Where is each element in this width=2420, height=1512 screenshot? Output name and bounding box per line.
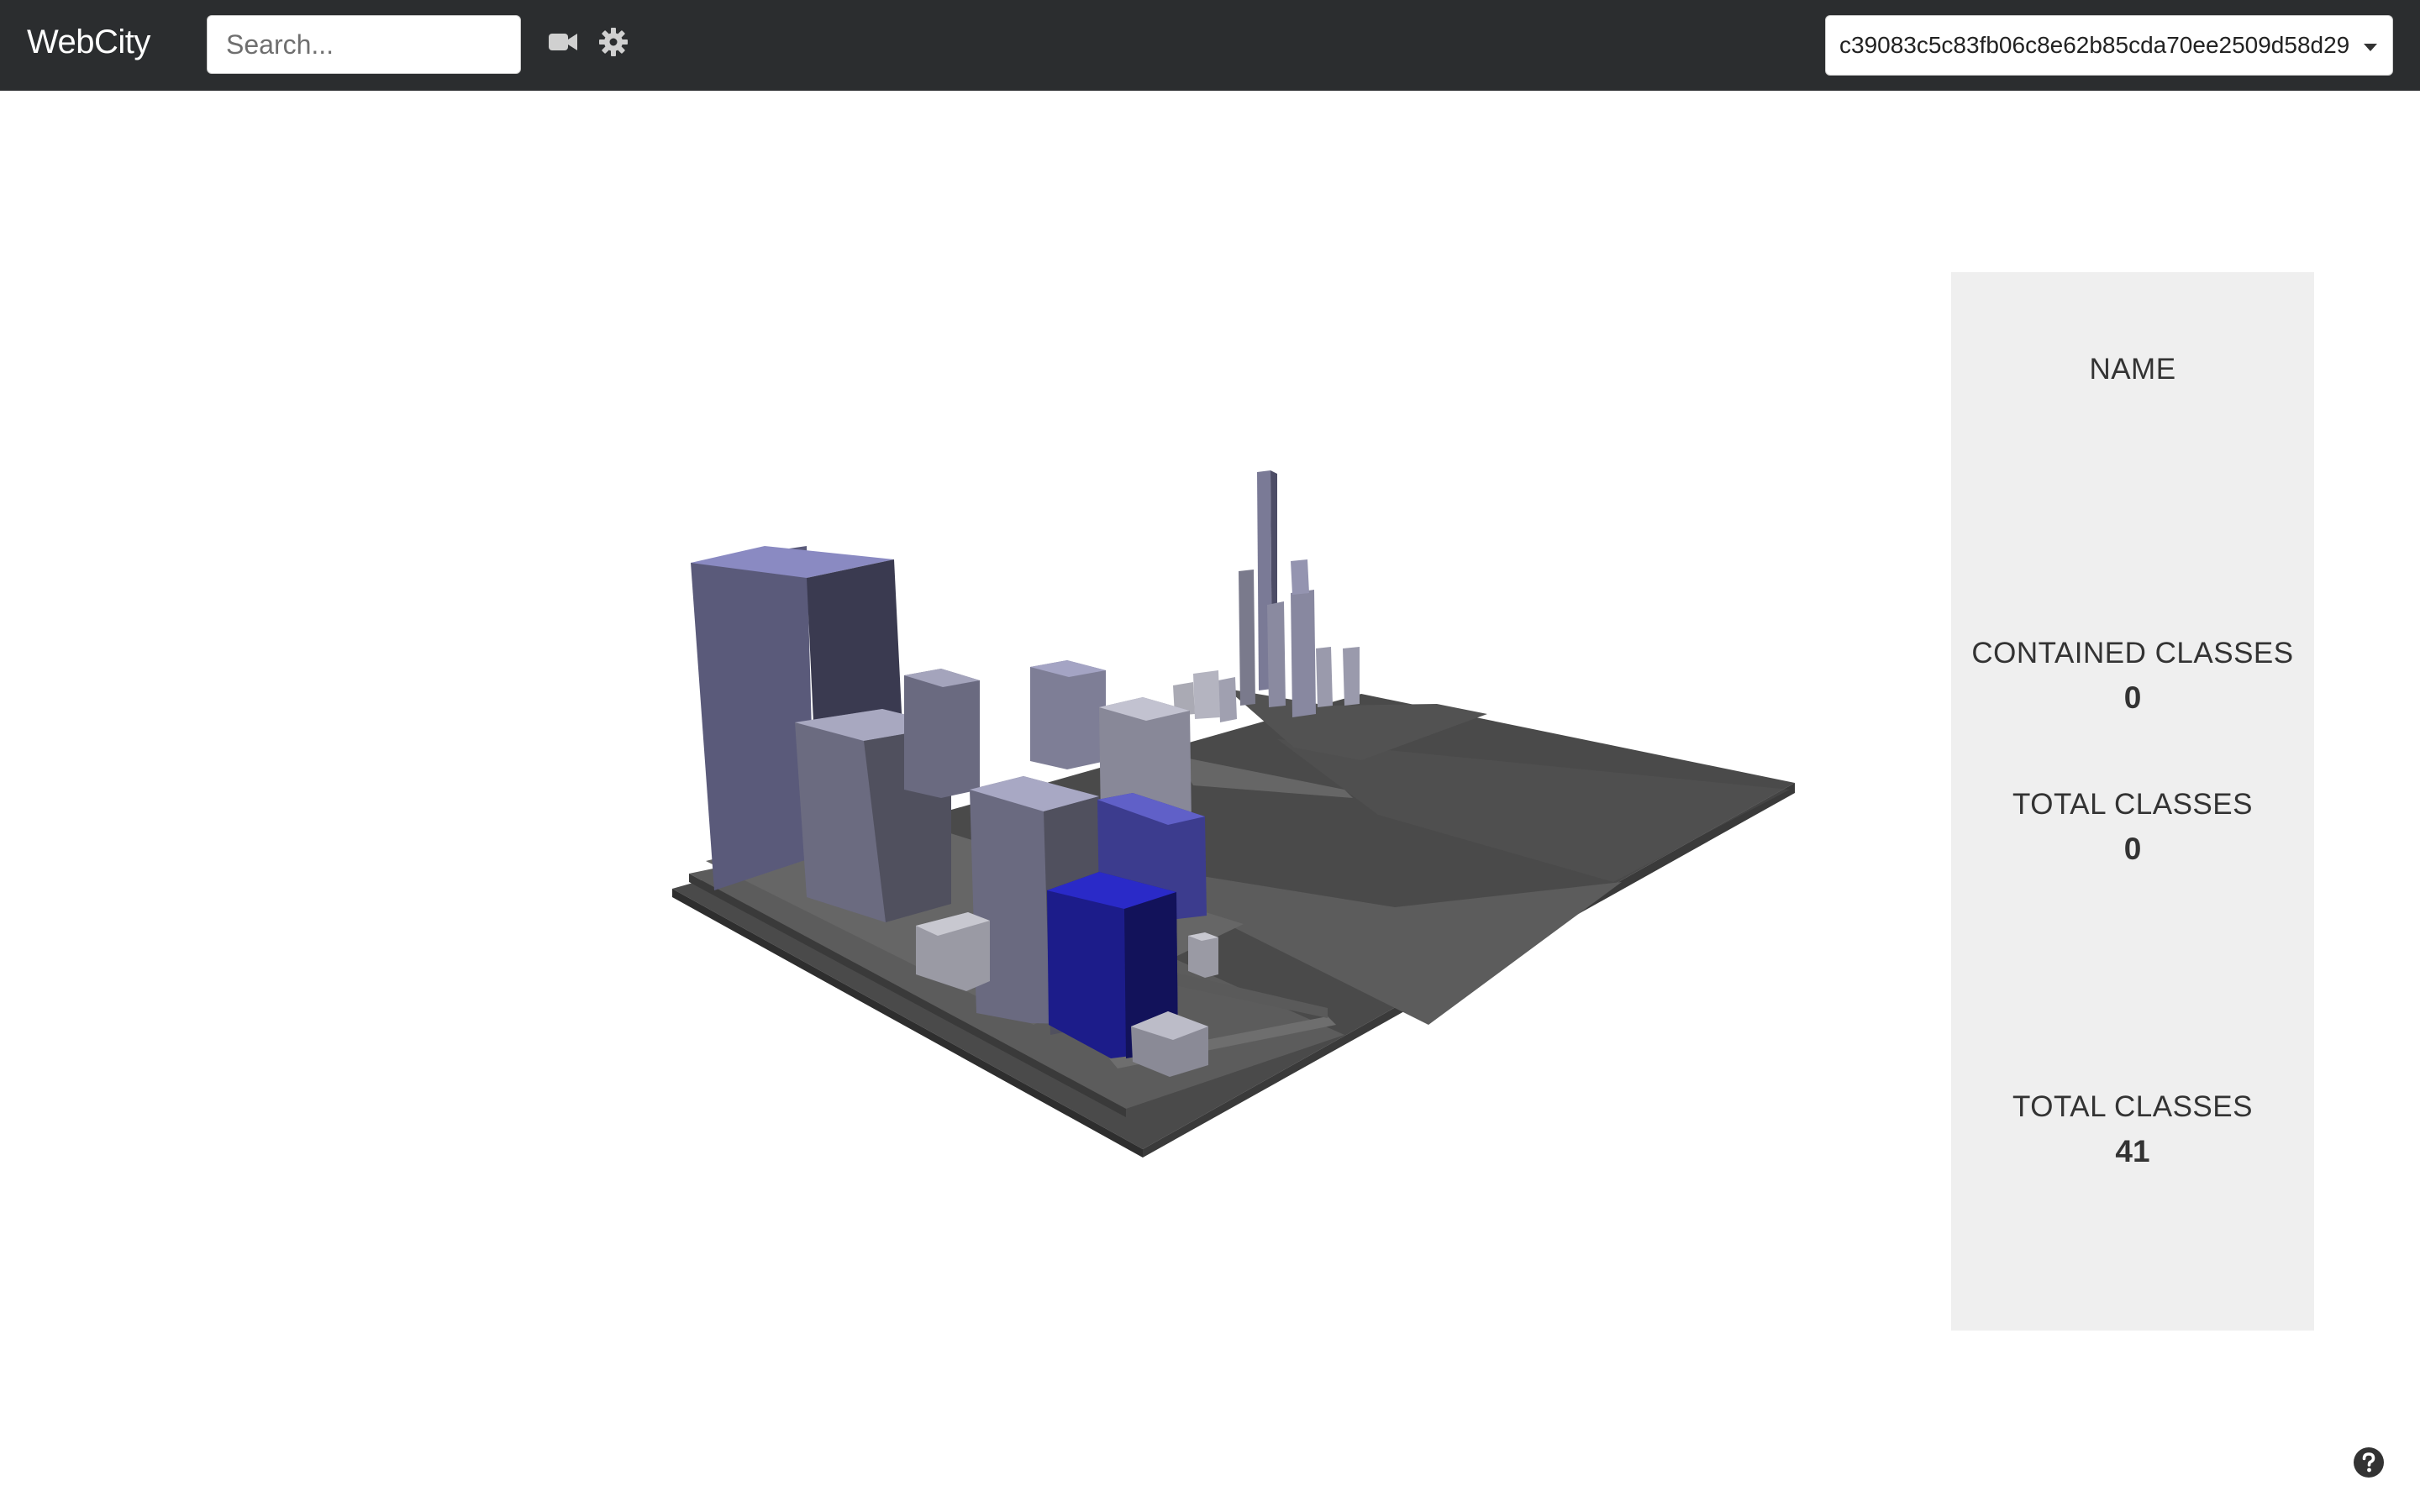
video-camera-icon[interactable] <box>546 25 580 59</box>
app-brand[interactable]: WebCity <box>27 24 150 61</box>
contained-classes-label: CONTAINED CLASSES <box>1971 637 2294 669</box>
commit-dropdown[interactable]: c39083c5c83fb06c8e62b85cda70ee2509d58d29 <box>1825 15 2393 76</box>
overall-total-classes-label: TOTAL CLASSES <box>2012 1090 2253 1123</box>
info-panel: NAME CONTAINED CLASSES 0 TOTAL CLASSES 0… <box>1951 272 2314 1331</box>
commit-hash: c39083c5c83fb06c8e62b85cda70ee2509d58d29 <box>1839 32 2350 58</box>
contained-classes-value: 0 <box>2123 680 2142 715</box>
search-input[interactable] <box>207 15 521 74</box>
question-circle-icon[interactable] <box>2353 1446 2385 1478</box>
overall-total-classes-value: 41 <box>2115 1134 2150 1168</box>
total-classes-value: 0 <box>2123 832 2142 866</box>
name-label: NAME <box>2089 353 2176 386</box>
city-visualization[interactable] <box>639 437 1798 1159</box>
chevron-down-icon <box>2364 44 2377 51</box>
gear-icon[interactable] <box>597 25 630 59</box>
total-classes-label: TOTAL CLASSES <box>2012 788 2253 821</box>
top-navbar: WebCity c39083c5c83fb06c8e62b85cda70ee25… <box>0 0 2420 91</box>
